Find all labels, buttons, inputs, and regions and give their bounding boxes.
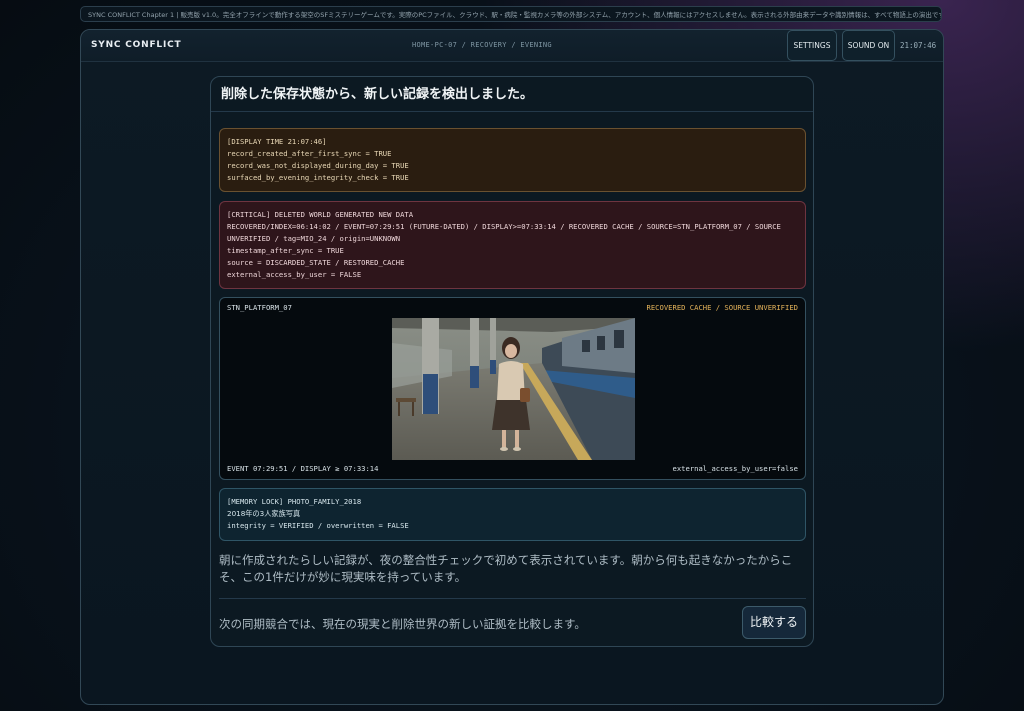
divider bbox=[219, 598, 806, 599]
narrative-text: 朝に作成されたらしい記録が、夜の整合性チェックで初めて表示されています。朝から何… bbox=[219, 553, 793, 584]
log-line: timestamp_after_sync = TRUE bbox=[227, 246, 344, 255]
log-line: record_was_not_displayed_during_day = TR… bbox=[227, 161, 409, 170]
disclaimer-notice: SYNC CONFLICT Chapter 1 | 販売版 v1.0。完全オフラ… bbox=[80, 6, 942, 22]
log-line: record_created_after_first_sync = TRUE bbox=[227, 149, 392, 158]
card-title: 削除した保存状態から、新しい記録を検出しました。 bbox=[211, 77, 813, 112]
log-line: [MEMORY LOCK] PHOTO_FAMILY_2018 bbox=[227, 497, 362, 506]
log-line: 2018年の3人家族写真 bbox=[227, 509, 301, 518]
memory-lock-log: [MEMORY LOCK] PHOTO_FAMILY_2018 2018年の3人… bbox=[219, 488, 806, 541]
next-step-text: 次の同期競合では、現在の現実と削除世界の新しい証拠を比較します。 bbox=[219, 617, 586, 631]
log-line: integrity = VERIFIED / overwritten = FAL… bbox=[227, 521, 409, 530]
photo-status-label: RECOVERED CACHE / SOURCE UNVERIFIED bbox=[646, 303, 798, 312]
log-line: [DISPLAY TIME 21:07:46] bbox=[227, 137, 327, 146]
photo-access-label: external_access_by_user=false bbox=[672, 464, 799, 473]
recovery-card: 削除した保存状態から、新しい記録を検出しました。 [DISPLAY TIME 2… bbox=[210, 76, 814, 647]
photo-event-label: EVENT 07:29:51 / DISPLAY ≥ 07:33:14 bbox=[227, 464, 379, 473]
photo-source-label: STN_PLATFORM_07 bbox=[227, 303, 292, 312]
settings-button[interactable]: SETTINGS bbox=[787, 30, 837, 61]
display-time-log: [DISPLAY TIME 21:07:46] record_created_a… bbox=[219, 128, 806, 192]
sound-toggle-button[interactable]: SOUND ON bbox=[842, 30, 895, 61]
log-line: surfaced_by_evening_integrity_check = TR… bbox=[227, 173, 409, 182]
compare-button[interactable]: 比較する bbox=[742, 606, 806, 639]
log-line: RECOVERED/INDEX=06:14:02 / EVENT=07:29:5… bbox=[227, 222, 786, 243]
top-bar: SYNC CONFLICT HOME-PC-07 / RECOVERY / EV… bbox=[81, 30, 943, 62]
recovered-photo-panel: STN_PLATFORM_07 RECOVERED CACHE / SOURCE… bbox=[219, 297, 806, 480]
log-line: source = DISCARDED_STATE / RESTORED_CACH… bbox=[227, 258, 405, 267]
breadcrumb: HOME-PC-07 / RECOVERY / EVENING bbox=[412, 41, 552, 49]
clock: 21:07:46 bbox=[900, 41, 937, 50]
critical-log: [CRITICAL] DELETED WORLD GENERATED NEW D… bbox=[219, 201, 806, 289]
app-title: SYNC CONFLICT bbox=[91, 40, 182, 50]
log-line: external_access_by_user = FALSE bbox=[227, 270, 362, 279]
platform-photo bbox=[392, 318, 635, 460]
log-line: [CRITICAL] DELETED WORLD GENERATED NEW D… bbox=[227, 210, 414, 219]
